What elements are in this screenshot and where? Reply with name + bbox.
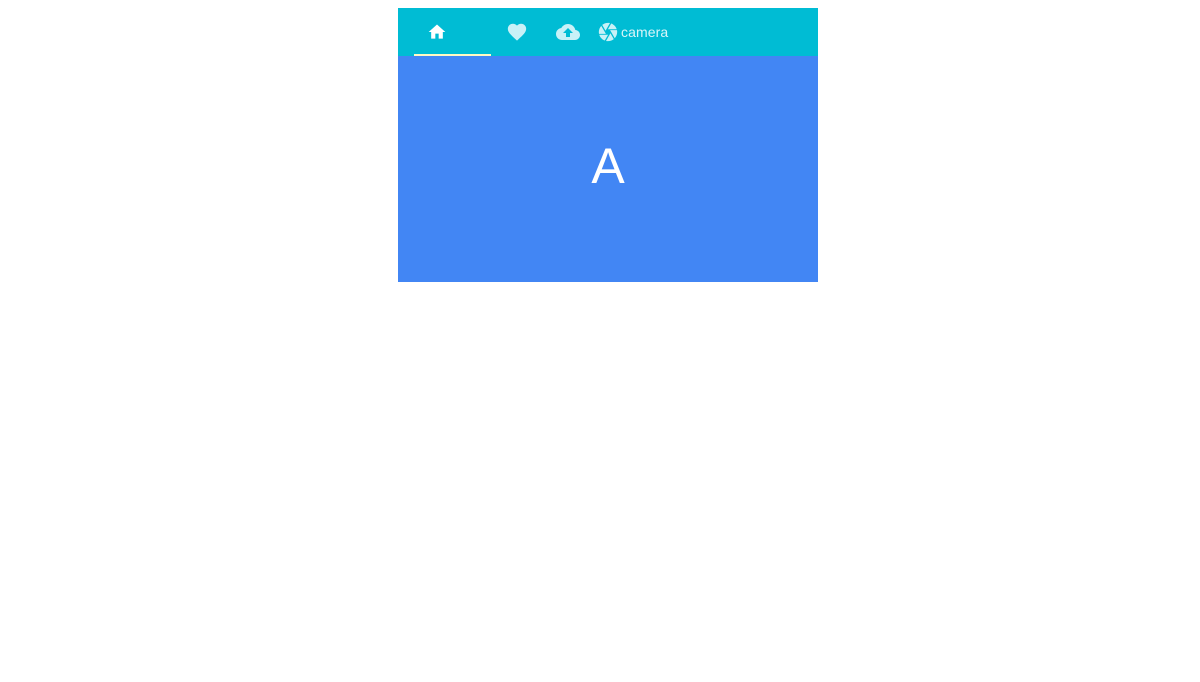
tab-upload[interactable] [542,8,594,56]
tab-camera[interactable]: camera [594,8,694,56]
tab-content-panel: A [398,56,818,282]
tab-favorite[interactable] [491,8,542,56]
heart-icon [506,21,528,43]
panel-content-text: A [591,138,625,194]
tab-camera-label: camera [621,24,669,40]
tab-bar: camera [398,8,818,56]
home-icon [427,22,447,42]
tab-home[interactable] [414,8,491,56]
cloud-upload-icon [556,20,580,44]
active-tab-indicator [414,54,491,56]
camera-shutter-icon [597,21,619,43]
tabs-widget: camera A [398,8,818,282]
